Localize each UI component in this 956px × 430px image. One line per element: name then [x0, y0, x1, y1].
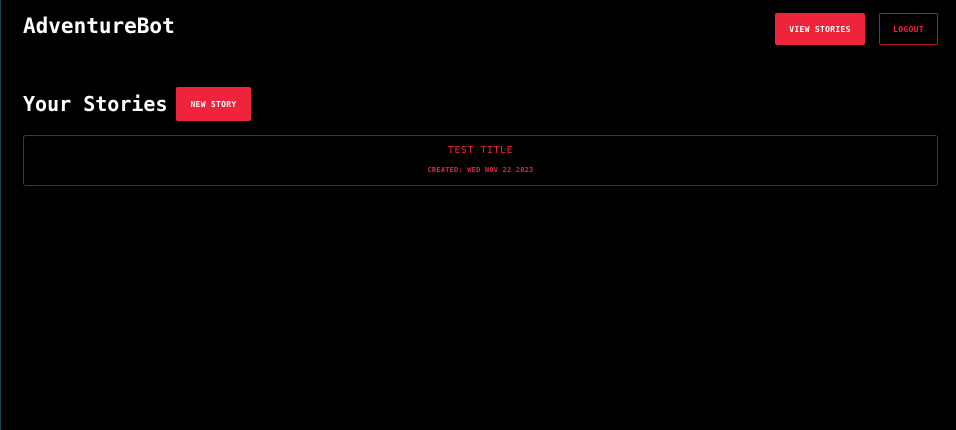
top-navbar: AdventureBot VIEW STORIES LOGOUT	[1, 0, 956, 60]
story-created-date: CREATED: WED NOV 22 2023	[427, 166, 534, 174]
new-story-button[interactable]: NEW STORY	[176, 87, 251, 121]
story-title: TEST TITLE	[447, 145, 514, 156]
page-title: Your Stories	[23, 92, 168, 116]
story-card[interactable]: TEST TITLE CREATED: WED NOV 22 2023	[23, 135, 938, 186]
view-stories-button[interactable]: VIEW STORIES	[775, 13, 865, 45]
app-logo-title[interactable]: AdventureBot	[23, 14, 175, 38]
logout-button[interactable]: LOGOUT	[879, 13, 938, 45]
